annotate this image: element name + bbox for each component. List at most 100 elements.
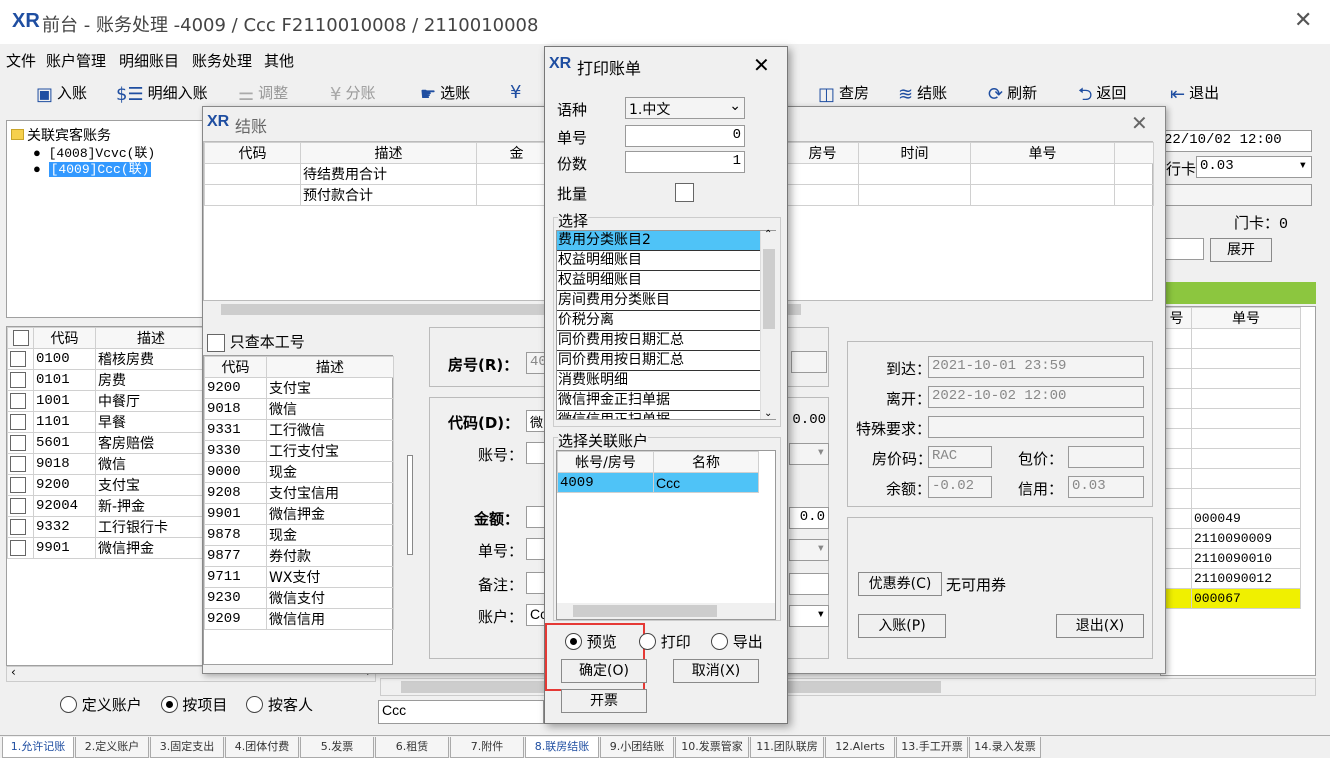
list-item[interactable]: 费用分类账目2 [557,231,761,251]
card-select[interactable]: 0.03 ▾ [1196,156,1312,178]
tab-10[interactable]: 10.发票管家 [675,737,749,758]
table-row[interactable] [1161,488,1301,509]
bill-dropdown[interactable]: ▾ [789,539,829,561]
row-checkbox[interactable] [10,372,26,388]
table-row[interactable]: 9901 微信押金 [204,503,394,525]
table-row[interactable]: 2110090009 [1161,528,1301,549]
table-row[interactable]: 9000 现金 [204,461,394,483]
table-row[interactable] [1161,408,1301,429]
list-item[interactable]: 消费账明细 [557,371,761,391]
acct-field[interactable]: Cc [526,604,547,626]
tab-13[interactable]: 13.手工开票 [896,737,968,758]
menu-file[interactable]: 文件 [6,50,36,71]
tab-4[interactable]: 4.团体付费 [225,737,299,758]
cancel-button[interactable]: 取消(X) [673,659,759,683]
table-row[interactable]: 1101 早餐 [7,411,207,433]
table-row[interactable]: 1001 中餐厅 [7,390,207,412]
link-hscrollbar[interactable] [557,603,775,619]
tree-item-4009[interactable]: ● [4009]Ccc(联) [33,158,152,177]
table-row[interactable]: 9711 WX支付 [204,566,394,588]
option-vscrollbar[interactable]: ⌃ ⌄ [760,229,776,419]
checkout-close-icon[interactable]: ✕ [1131,111,1148,135]
splitter-handle[interactable] [407,455,413,555]
no-field[interactable]: 0 [625,125,745,147]
tab-6[interactable]: 6.租赁 [375,737,449,758]
only-check-checkbox[interactable]: 只查本工号 [207,331,305,352]
exit-dialog-button[interactable]: 退出(X) [1056,614,1144,638]
table-row[interactable]: 9330 工行支付宝 [204,440,394,462]
row-checkbox[interactable] [10,351,26,367]
radio-export[interactable]: 导出 [711,631,763,652]
table-row[interactable]: 9332 工行银行卡 [7,516,207,538]
print-close-icon[interactable]: ✕ [753,53,770,77]
table-row[interactable]: 9331 工行微信 [204,419,394,441]
table-row[interactable]: 2110090012 [1161,568,1301,589]
radio-preview[interactable]: 预览 [565,631,617,652]
tab-12[interactable]: 12.Alerts [825,737,895,758]
table-row[interactable]: 0100 稽核房费 [7,348,207,370]
batch-checkbox[interactable] [675,183,694,202]
row-checkbox[interactable] [10,498,26,514]
expand-field[interactable] [1160,238,1204,260]
table-row[interactable]: 2110090010 [1161,548,1301,569]
ok-button[interactable]: 确定(O) [561,659,647,683]
account-dropdown[interactable]: ▾ [789,443,829,465]
yen-icon-button[interactable]: ¥ [510,82,525,108]
list-item[interactable]: 权益明细账目 [557,271,761,291]
coupon-button[interactable]: 优惠券(C) [858,572,942,596]
table-row[interactable]: 9209 微信信用 [204,608,394,630]
list-item[interactable]: 同价费用按日期汇总 [557,351,761,371]
table-row[interactable]: 9901 微信押金 [7,537,207,559]
radio-by-item[interactable]: 按项目 [160,696,227,714]
radio-print[interactable]: 打印 [639,631,691,652]
table-row[interactable]: 9200 支付宝 [7,474,207,496]
table-row[interactable]: 9200 支付宝 [204,377,394,399]
detail-post-button[interactable]: $☰ 明细入账 [116,82,208,108]
refresh-button[interactable]: ⟳ 刷新 [988,82,1037,108]
menu-detail[interactable]: 明细账目 [119,50,179,71]
code-field[interactable]: 微 [526,410,546,432]
room-field[interactable]: 40 [526,352,547,374]
select-account-button[interactable]: ☛ 选账 [420,82,470,108]
table-row[interactable] [1161,368,1301,389]
tab-14[interactable]: 14.录入发票 [969,737,1041,758]
tab-7[interactable]: 7.附件 [450,737,524,758]
row-checkbox[interactable] [10,540,26,556]
table-row[interactable] [1161,428,1301,449]
row-checkbox[interactable] [10,519,26,535]
menu-billing[interactable]: 账务处理 [192,50,252,71]
table-row[interactable]: 000067 [1161,588,1301,609]
tab-1[interactable]: 1.允许记账 [2,737,74,758]
table-row[interactable]: 9878 现金 [204,524,394,546]
tab-11[interactable]: 11.团队联房 [750,737,824,758]
remark-field[interactable] [526,572,546,594]
list-item[interactable]: 权益明细账目 [557,251,761,271]
row-checkbox[interactable] [10,414,26,430]
table-row[interactable] [1161,328,1301,349]
table-row[interactable]: 9018 微信 [204,398,394,420]
invoice-button[interactable]: 开票 [561,689,647,713]
table-row[interactable] [1161,388,1301,409]
table-row[interactable]: 9208 支付宝信用 [204,482,394,504]
list-item[interactable]: 价税分离 [557,311,761,331]
tab-5[interactable]: 5.发票 [300,737,374,758]
row-checkbox[interactable] [10,435,26,451]
tab-3[interactable]: 3.固定支出 [150,737,224,758]
menu-other[interactable]: 其他 [264,50,294,71]
table-row[interactable] [1161,348,1301,369]
table-row[interactable]: 9018 微信 [7,453,207,475]
table-row[interactable] [1161,448,1301,469]
list-item[interactable]: 微信押金正扫单据 [557,391,761,411]
bill-field[interactable] [526,538,546,560]
table-row[interactable]: 000049 [1161,508,1301,529]
post-button[interactable]: ▣ 入账 [36,82,87,108]
back-button[interactable]: ⮌ 返回 [1078,82,1126,108]
radio-by-guest[interactable]: 按客人 [246,696,313,714]
table-row[interactable]: 9230 微信支付 [204,587,394,609]
table-row[interactable]: 92004 新-押金 [7,495,207,517]
list-item[interactable]: 房间费用分类账目 [557,291,761,311]
copies-field[interactable]: 1 [625,151,745,173]
select-all-checkbox[interactable] [12,330,29,346]
table-row[interactable]: 0101 房费 [7,369,207,391]
table-row[interactable]: 9877 券付款 [204,545,394,567]
